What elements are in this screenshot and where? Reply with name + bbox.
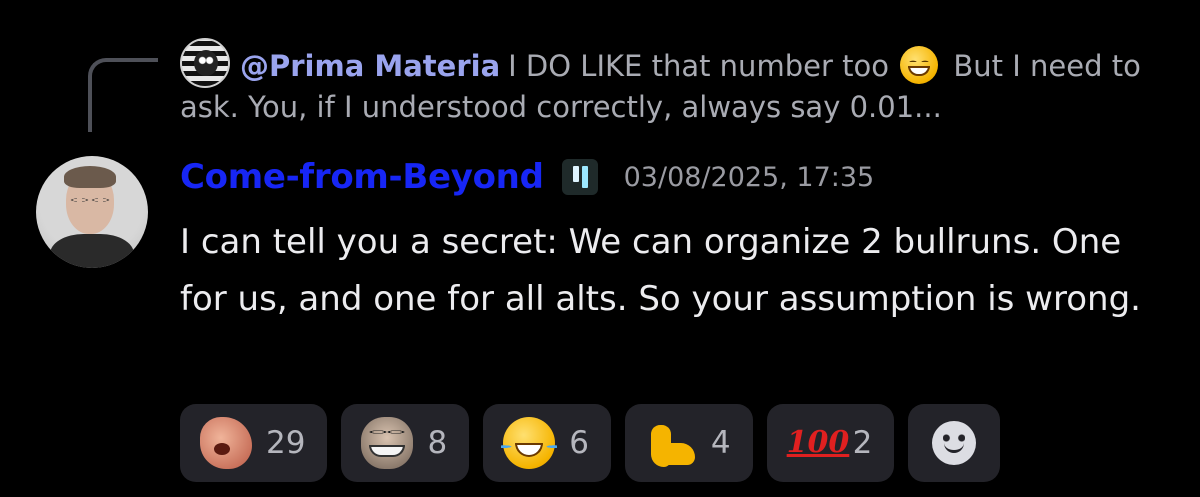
face-with-tears-of-joy-emoji-icon	[501, 417, 558, 469]
reaction-hundred-points[interactable]: 100 2	[766, 404, 895, 482]
hundred-points-emoji-icon: 100	[786, 425, 850, 460]
author-avatar[interactable]	[36, 156, 148, 268]
server-tag-icon[interactable]	[561, 159, 598, 195]
reaction-count: 29	[266, 425, 306, 461]
reaction-count: 4	[710, 425, 731, 461]
reaction-custom-face[interactable]: 29	[180, 404, 328, 482]
reply-author-avatar[interactable]	[180, 38, 230, 88]
reply-connector-line	[88, 58, 158, 132]
avatar-glasses-shape	[69, 194, 111, 206]
author-username[interactable]: Come-from-Beyond	[180, 157, 544, 197]
message-header: Come-from-Beyond 03/08/2025, 17:35	[180, 152, 874, 202]
avatar-hair-shape	[64, 166, 116, 188]
reply-preview[interactable]: @Prima Materia I DO LIKE that number too …	[180, 38, 1170, 126]
message-timestamp: 03/08/2025, 17:35	[623, 161, 875, 193]
add-reaction-smiley-icon	[932, 421, 977, 465]
troll-face-emoji-icon	[361, 417, 414, 469]
reaction-flexed-biceps[interactable]: 4	[624, 404, 753, 482]
reaction-count: 8	[427, 425, 448, 461]
reaction-count: 2	[852, 425, 873, 461]
flexed-biceps-emoji-icon	[645, 417, 697, 469]
add-reaction-button[interactable]	[908, 404, 1001, 482]
message-body: I can tell you a secret: We can organize…	[180, 222, 1141, 319]
reaction-count: 6	[569, 425, 589, 461]
reaction-troll-face[interactable]: 8	[341, 404, 470, 482]
custom-face-emoji-icon	[200, 417, 252, 469]
reaction-tears-of-joy[interactable]: 6	[483, 404, 611, 482]
grinning-face-emoji-icon	[900, 46, 939, 84]
reply-author-mention[interactable]: @Prima Materia	[240, 49, 500, 83]
reply-text-part-1: I DO LIKE that number too	[508, 49, 889, 83]
avatar-body-shape	[50, 234, 134, 268]
reactions-bar: 29 8 6 4 100 2	[180, 404, 1001, 482]
